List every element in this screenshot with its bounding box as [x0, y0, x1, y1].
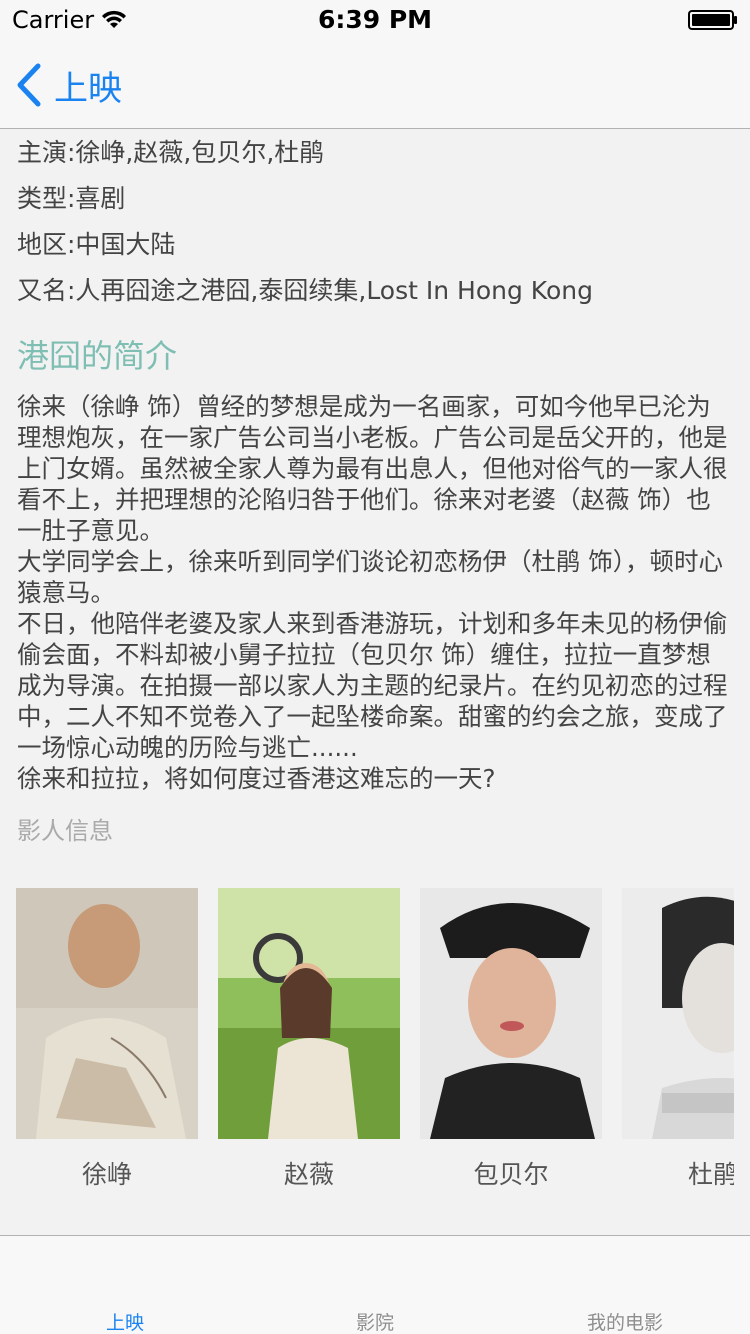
- actor-name: 杜鹃: [687, 1160, 734, 1188]
- status-time: 6:39 PM: [317, 5, 433, 34]
- navigation-bar: 上映: [0, 40, 750, 129]
- tab-cinemas[interactable]: 影院: [250, 1308, 500, 1334]
- movie-detail-content[interactable]: 主演:徐峥,赵薇,包贝尔,杜鹃 类型:喜剧 地区:中国大陆 又名:人再囧途之港囧…: [0, 129, 750, 1235]
- actor-name: 赵薇: [283, 1160, 334, 1188]
- cast-card[interactable]: 包贝尔: [420, 888, 602, 1188]
- alias-info: 又名:人再囧途之港囧,泰囧续集,Lost In Hong Kong: [17, 276, 593, 305]
- synopsis-title: 港囧的简介: [17, 337, 178, 375]
- synopsis-text: 徐来（徐峥 饰）曾经的梦想是成为一名画家，可如今他早已沦为理想炮灰，在一家广告公…: [17, 391, 733, 794]
- actor-photo: [16, 888, 198, 1139]
- people-info-label: 影人信息: [17, 817, 113, 845]
- tab-showing[interactable]: 上映: [0, 1308, 250, 1334]
- cast-card[interactable]: 徐峥: [16, 888, 198, 1188]
- chevron-left-icon: [17, 63, 41, 107]
- back-button[interactable]: 上映: [14, 60, 122, 110]
- synopsis-paragraph: 大学同学会上，徐来听到同学们谈论初恋杨伊（杜鹃 饰），顿时心猿意马。: [17, 547, 724, 607]
- synopsis-paragraph: 徐来和拉拉，将如何度过香港这难忘的一天?: [17, 764, 496, 793]
- region-info: 地区:中国大陆: [17, 230, 176, 259]
- synopsis-paragraph: 不日，他陪伴老婆及家人来到香港游玩，计划和多年未见的杨伊偷偷会面，不料却被小舅子…: [17, 609, 728, 762]
- back-button-label: 上映: [54, 68, 122, 109]
- actor-photo: [218, 888, 400, 1139]
- cast-card[interactable]: 杜鹃: [622, 888, 734, 1188]
- cast-card[interactable]: 赵薇: [218, 888, 400, 1188]
- actor-photo: [420, 888, 602, 1139]
- actor-name: 徐峥: [81, 1160, 132, 1188]
- actor-photo: [622, 888, 734, 1139]
- genre-info: 类型:喜剧: [17, 184, 126, 213]
- actor-name: 包贝尔: [473, 1160, 549, 1188]
- cast-info: 主演:徐峥,赵薇,包贝尔,杜鹃: [17, 138, 325, 167]
- battery-icon: [688, 10, 737, 30]
- tab-bar: 上映 影院 我的电影: [0, 1235, 750, 1334]
- tab-my-movies[interactable]: 我的电影: [500, 1308, 750, 1334]
- cast-scroll-row[interactable]: 徐峥 赵薇 包贝尔 杜鹃: [16, 888, 734, 1188]
- status-bar: Carrier 6:39 PM: [0, 0, 750, 40]
- synopsis-paragraph: 徐来（徐峥 饰）曾经的梦想是成为一名画家，可如今他早已沦为理想炮灰，在一家广告公…: [17, 392, 728, 545]
